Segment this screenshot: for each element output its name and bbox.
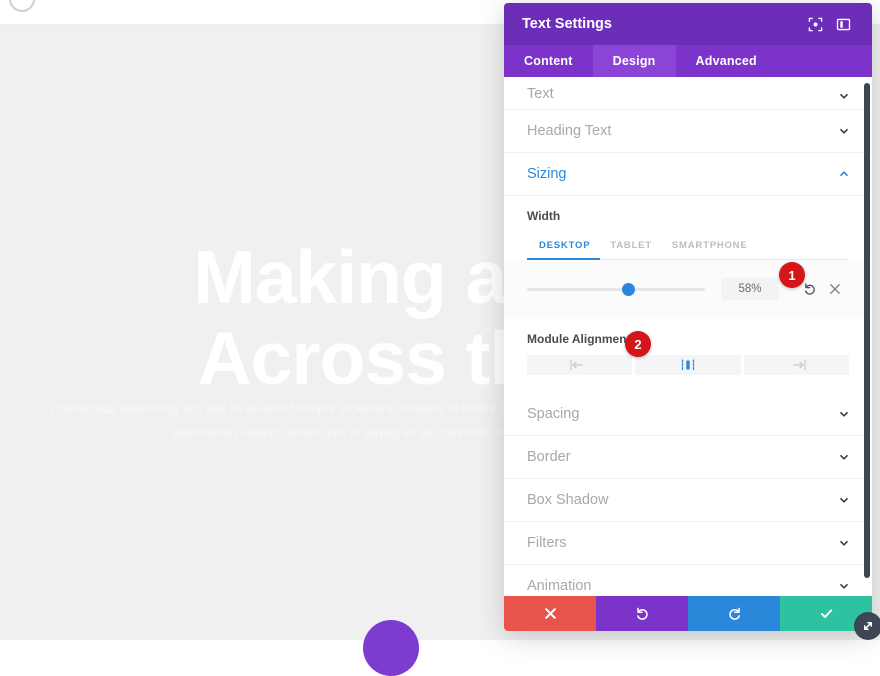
section-animation-label: Animation [527,578,838,594]
section-sizing-label: Sizing [527,166,838,182]
section-heading-text[interactable]: Heading Text [504,110,872,153]
settings-scroll-area: Text Heading Text Sizing Width DESKTOP T… [504,77,872,596]
width-value-input[interactable]: 58% [721,278,779,300]
chevron-up-icon [838,168,850,180]
align-center-button[interactable] [635,355,740,375]
settings-scrollbar[interactable] [864,83,870,578]
layout-panel-icon[interactable] [832,13,854,35]
circle-icon [9,0,35,12]
width-slider-row: 58% [504,260,872,318]
annotation-badge-1: 1 [779,262,805,288]
align-left-button[interactable] [527,355,632,375]
chevron-down-icon [838,537,850,549]
discard-button[interactable] [504,596,596,631]
chevron-down-icon [838,408,850,420]
align-right-button[interactable] [744,355,849,375]
width-slider[interactable] [527,288,705,291]
divi-builder-fab[interactable] [363,620,419,676]
section-border[interactable]: Border [504,436,872,479]
expand-fullscreen-icon[interactable] [804,13,826,35]
chevron-down-icon [838,494,850,506]
chevron-down-icon [838,580,850,592]
width-slider-handle[interactable] [622,283,635,296]
annotation-badge-2: 2 [625,331,651,357]
section-box-shadow-label: Box Shadow [527,492,838,508]
chevron-down-icon [838,125,850,137]
tab-advanced[interactable]: Advanced [676,45,777,77]
chevron-down-icon [838,451,850,463]
sizing-panel: Width DESKTOP TABLET SMARTPHONE 58% [504,196,872,375]
resize-diagonal-icon[interactable] [854,612,880,640]
width-device-tabs: DESKTOP TABLET SMARTPHONE [527,233,849,260]
align-right-icon [785,359,807,371]
device-tab-smartphone[interactable]: SMARTPHONE [662,233,758,259]
module-alignment-label: Module Alignment [504,318,872,346]
section-filters-label: Filters [527,535,838,551]
section-heading-text-label: Heading Text [527,123,838,139]
width-row-actions [803,282,841,296]
section-sizing[interactable]: Sizing [504,153,872,196]
tab-design[interactable]: Design [593,45,676,77]
modal-body: Text Heading Text Sizing Width DESKTOP T… [504,77,872,596]
page-title: Text Settings [522,16,798,32]
device-tab-desktop[interactable]: DESKTOP [527,233,600,260]
module-alignment-group [527,355,849,375]
text-settings-modal: Text Settings Content Design Advanced Te… [504,3,872,631]
undo-button[interactable] [596,596,688,631]
tab-content[interactable]: Content [504,45,593,77]
section-spacing[interactable]: Spacing [504,393,872,436]
modal-tab-bar: Content Design Advanced [504,45,872,77]
section-box-shadow[interactable]: Box Shadow [504,479,872,522]
close-x-icon[interactable] [829,283,841,295]
align-center-icon [677,359,699,371]
section-text[interactable]: Text [504,77,872,110]
section-border-label: Border [527,449,838,465]
chevron-down-icon [838,90,850,102]
device-tab-tablet[interactable]: TABLET [600,233,662,259]
modal-header: Text Settings [504,3,872,45]
undo-reset-icon[interactable] [803,282,817,296]
section-filters[interactable]: Filters [504,522,872,565]
align-left-icon [569,359,591,371]
section-spacing-label: Spacing [527,406,838,422]
redo-button[interactable] [688,596,780,631]
width-label: Width [504,196,872,223]
section-animation[interactable]: Animation [504,565,872,596]
modal-footer [504,596,872,631]
section-text-label: Text [527,86,838,102]
